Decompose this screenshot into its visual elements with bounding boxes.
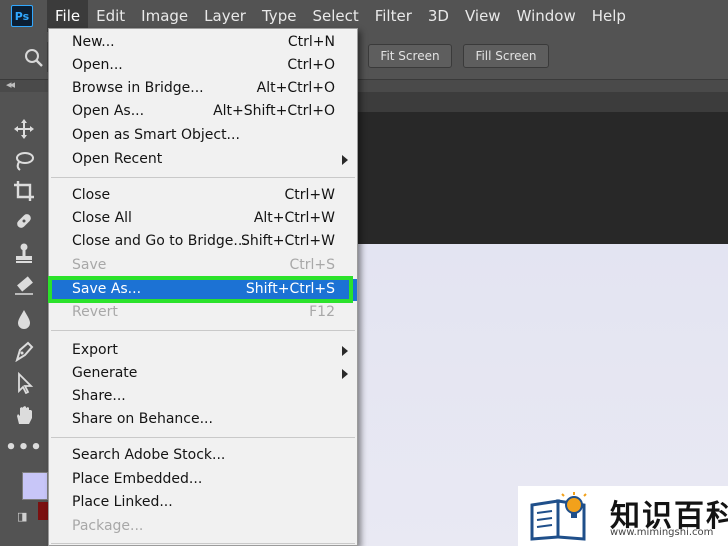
- menu-help[interactable]: Help: [584, 0, 634, 32]
- move-icon[interactable]: [11, 116, 37, 142]
- collapse-arrows-icon[interactable]: ◂◂: [6, 78, 15, 91]
- eraser-icon[interactable]: [11, 272, 37, 298]
- menu-item-export[interactable]: Export: [49, 340, 357, 362]
- menu-separator: [51, 437, 355, 438]
- menu-item-close-all[interactable]: Close All Alt+Ctrl+W: [49, 208, 357, 230]
- photoshop-logo: Ps: [11, 5, 33, 27]
- menu-view[interactable]: View: [457, 0, 509, 32]
- menu-separator: [51, 543, 355, 544]
- save-as-callout-highlight: [48, 276, 353, 303]
- menu-item-open-as-smart-object[interactable]: Open as Smart Object...: [49, 125, 357, 147]
- crop-icon[interactable]: [11, 178, 37, 204]
- watermark-url: www.mimingshi.com: [610, 527, 714, 538]
- more-tools-icon[interactable]: •••: [5, 434, 42, 460]
- menu-item-close-and-go-to-bridge[interactable]: Close and Go to Bridge... Shift+Ctrl+W: [49, 231, 357, 253]
- menu-item-place-linked[interactable]: Place Linked...: [49, 492, 357, 514]
- menu-item-close[interactable]: Close Ctrl+W: [49, 185, 357, 207]
- default-colors-icon[interactable]: ◨: [17, 510, 27, 523]
- menu-item-share-on-behance[interactable]: Share on Behance...: [49, 409, 357, 431]
- menu-filter[interactable]: Filter: [367, 0, 420, 32]
- watermark: 知识百科 www.mimingshi.com: [518, 486, 728, 546]
- submenu-arrow-icon: [342, 346, 348, 356]
- menu-item-share[interactable]: Share...: [49, 386, 357, 408]
- zoom-icon: [25, 49, 43, 67]
- hand-icon[interactable]: [11, 402, 37, 428]
- menu-window[interactable]: Window: [509, 0, 584, 32]
- healing-brush-icon[interactable]: [11, 208, 37, 234]
- menu-item-place-embedded[interactable]: Place Embedded...: [49, 469, 357, 491]
- book-lightbulb-icon: [530, 492, 587, 541]
- menu-separator: [51, 177, 355, 178]
- menu-3d[interactable]: 3D: [420, 0, 457, 32]
- blur-icon[interactable]: [11, 306, 37, 332]
- lasso-icon[interactable]: [11, 148, 37, 174]
- fit-screen-button[interactable]: Fit Screen: [368, 44, 452, 68]
- menu-item-package[interactable]: Package...: [49, 516, 357, 538]
- menu-item-revert[interactable]: Revert F12: [49, 302, 357, 324]
- foreground-color-swatch[interactable]: [22, 472, 48, 500]
- clone-stamp-icon[interactable]: [11, 240, 37, 266]
- menu-item-generate[interactable]: Generate: [49, 363, 357, 385]
- submenu-arrow-icon: [342, 155, 348, 165]
- menu-item-save[interactable]: Save Ctrl+S: [49, 255, 357, 277]
- zoom-tool-preset[interactable]: [14, 42, 48, 72]
- menu-separator: [51, 330, 355, 331]
- menu-item-open[interactable]: Open... Ctrl+O: [49, 55, 357, 77]
- menu-item-open-as[interactable]: Open As... Alt+Shift+Ctrl+O: [49, 101, 357, 123]
- submenu-arrow-icon: [342, 369, 348, 379]
- menu-item-new[interactable]: New... Ctrl+N: [49, 32, 357, 54]
- pen-icon[interactable]: [11, 338, 37, 364]
- fill-screen-button[interactable]: Fill Screen: [463, 44, 549, 68]
- menu-item-search-adobe-stock[interactable]: Search Adobe Stock...: [49, 445, 357, 467]
- menu-item-browse-in-bridge[interactable]: Browse in Bridge... Alt+Ctrl+O: [49, 78, 357, 100]
- path-selection-icon[interactable]: [11, 370, 37, 396]
- menu-item-open-recent[interactable]: Open Recent: [49, 149, 357, 171]
